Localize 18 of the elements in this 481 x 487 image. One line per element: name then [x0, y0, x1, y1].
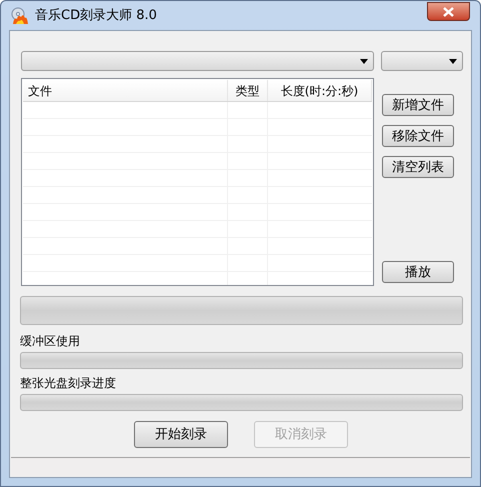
window-title: 音乐CD刻录大师 8.0	[35, 6, 157, 25]
flame-disc-icon	[11, 6, 29, 24]
dropdown[interactable]	[381, 51, 463, 71]
button[interactable]: 移除文件	[382, 125, 454, 147]
close-button[interactable]	[427, 2, 470, 21]
caret-icon	[360, 58, 368, 64]
column-header[interactable]: 长度(时:分:秒)	[268, 80, 372, 101]
buffer-label: 缓冲区使用	[20, 333, 81, 350]
button[interactable]: 新增文件	[382, 94, 454, 116]
caret-icon	[449, 58, 457, 64]
dropdown[interactable]	[21, 51, 374, 71]
column-header[interactable]: 类型	[228, 80, 268, 101]
disc-progress-label: 整张光盘刻录进度	[20, 375, 117, 392]
column-header[interactable]: 文件	[23, 80, 228, 101]
button[interactable]: 播放	[382, 261, 454, 283]
close-icon	[443, 6, 454, 16]
button[interactable]: 清空列表	[382, 156, 454, 178]
button[interactable]: 开始刻录	[134, 421, 228, 448]
